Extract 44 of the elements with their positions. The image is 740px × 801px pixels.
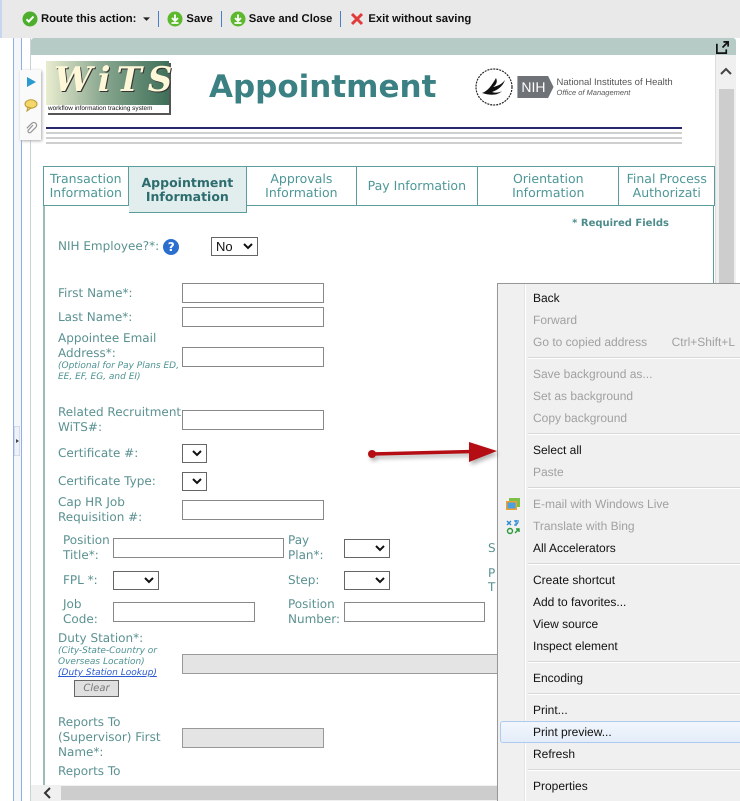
field-label: First Name*: <box>58 286 133 300</box>
agency-name: National Institutes of Health <box>556 77 673 88</box>
menu-item[interactable]: View source <box>500 613 740 635</box>
menu-item[interactable]: All Accelerators <box>500 537 740 559</box>
field-label: NIH Employee?*: <box>58 239 160 254</box>
dropdown[interactable]: No <box>211 237 258 256</box>
field-label: Duty Station*: <box>58 631 144 646</box>
nih-badge: NIH <box>517 76 554 98</box>
field-label: Cap HR Job Requisition #: <box>58 495 144 525</box>
menu-item[interactable]: Add to favorites... <box>500 591 740 613</box>
menu-item[interactable]: Back <box>500 287 740 309</box>
field-label: Reports To <box>58 764 120 778</box>
menu-item[interactable]: Encoding <box>500 667 740 689</box>
field-label: Certificate Type: <box>58 474 156 489</box>
field-label: Last Name*: <box>58 310 132 324</box>
page-title: Appointment <box>209 69 436 105</box>
toolbar-button[interactable]: Save <box>165 11 215 27</box>
menu-item[interactable]: Create shortcut <box>500 569 740 591</box>
menu-item[interactable]: Print preview... <box>500 721 740 743</box>
toolbar-button[interactable]: Exit without saving <box>347 11 474 27</box>
toolbar-button[interactable]: Save and Close <box>228 11 334 27</box>
field-label: Related Recruitment WiTS#: <box>58 405 182 435</box>
toolbar-button[interactable]: Route this action: <box>20 11 152 27</box>
field-label: Position Number: <box>288 597 342 627</box>
menu-item[interactable]: Inspect element <box>500 635 740 657</box>
tab[interactable]: Appointment Information <box>128 166 248 213</box>
field-label: Position Title*: <box>63 533 111 563</box>
required-note: * Required Fields <box>571 218 669 229</box>
menu-item[interactable]: Print... <box>500 699 740 721</box>
field-note: (Optional for Pay Plans ED, EE, EF, EG, and EI) <box>58 361 180 383</box>
field-label: FPL *: <box>63 572 99 588</box>
field-label: Job Code: <box>63 597 99 627</box>
help-icon[interactable]: ? <box>163 238 180 254</box>
field-note: (City-State-Country or Overseas Location) <box>58 646 158 668</box>
field-label: Step: <box>288 572 320 588</box>
field-label: Certificate #: <box>58 446 138 461</box>
field-label: P T <box>488 566 496 594</box>
menu-item[interactable]: Refresh <box>500 743 740 765</box>
menu-item[interactable]: Select all <box>500 439 740 461</box>
field-label: Appointee Email Address*: <box>58 331 158 361</box>
field-label: Reports To (Supervisor) First Name*: <box>58 715 162 760</box>
field-label: Pay Plan*: <box>288 533 325 563</box>
menu-item[interactable]: Properties <box>500 775 740 797</box>
field-label: S <box>488 541 497 555</box>
